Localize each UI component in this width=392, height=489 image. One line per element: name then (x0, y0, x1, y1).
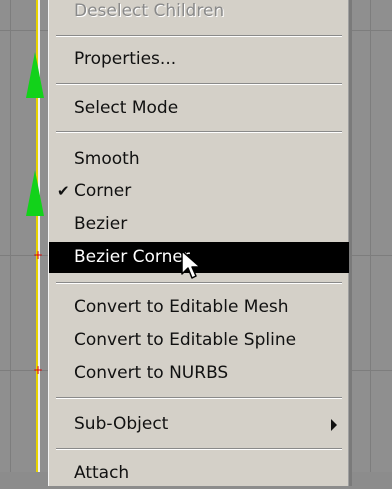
submenu-arrow-icon (331, 419, 337, 431)
mouse-pointer-icon (181, 250, 201, 279)
menu-item-convert-to-editable-spline[interactable]: Convert to Editable Spline (49, 325, 349, 356)
menu-item-label: Bezier (74, 214, 128, 234)
menu-separator (56, 35, 342, 37)
checkmark-icon: ✔ (57, 182, 70, 200)
menu-item-smooth[interactable]: Smooth (49, 144, 349, 175)
menu-item-label: Convert to Editable Spline (74, 330, 297, 350)
vertex-marker-icon[interactable]: + (33, 249, 43, 261)
menu-item-label: Deselect Children (74, 1, 225, 21)
menu-item-properties[interactable]: Properties... (49, 44, 349, 75)
menu-item-label: Sub-Object (74, 414, 169, 434)
menu-item-attach[interactable]: Attach (49, 458, 349, 489)
menu-separator (56, 448, 342, 450)
grid-line (10, 0, 11, 472)
menu-item-corner[interactable]: ✔ Corner (49, 176, 349, 207)
menu-item-sub-object[interactable]: Sub-Object (49, 409, 349, 440)
tangent-handle-icon[interactable] (26, 52, 44, 98)
menu-separator (56, 83, 342, 85)
menu-item-deselect-children: Deselect Children (49, 0, 349, 27)
menu-item-label: Corner (74, 181, 132, 201)
menu-item-label: Properties... (74, 49, 177, 69)
menu-item-label: Bezier Corner (74, 247, 190, 267)
menu-separator (56, 131, 342, 133)
tangent-handle-icon[interactable] (26, 170, 44, 216)
menu-item-label: Convert to Editable Mesh (74, 297, 289, 317)
context-menu: Deselect Children Properties... Select M… (48, 0, 352, 486)
grid-line (370, 0, 371, 472)
menu-item-label: Attach (74, 463, 130, 483)
menu-item-select-mode[interactable]: Select Mode (49, 93, 349, 124)
menu-item-convert-to-nurbs[interactable]: Convert to NURBS (49, 358, 349, 389)
vertex-marker-icon[interactable]: + (33, 364, 43, 376)
menu-item-bezier[interactable]: Bezier (49, 209, 349, 240)
menu-separator (56, 397, 342, 399)
menu-item-label: Smooth (74, 149, 140, 169)
menu-item-label: Convert to NURBS (74, 363, 229, 383)
menu-item-label: Select Mode (74, 98, 179, 118)
menu-item-convert-to-editable-mesh[interactable]: Convert to Editable Mesh (49, 292, 349, 323)
